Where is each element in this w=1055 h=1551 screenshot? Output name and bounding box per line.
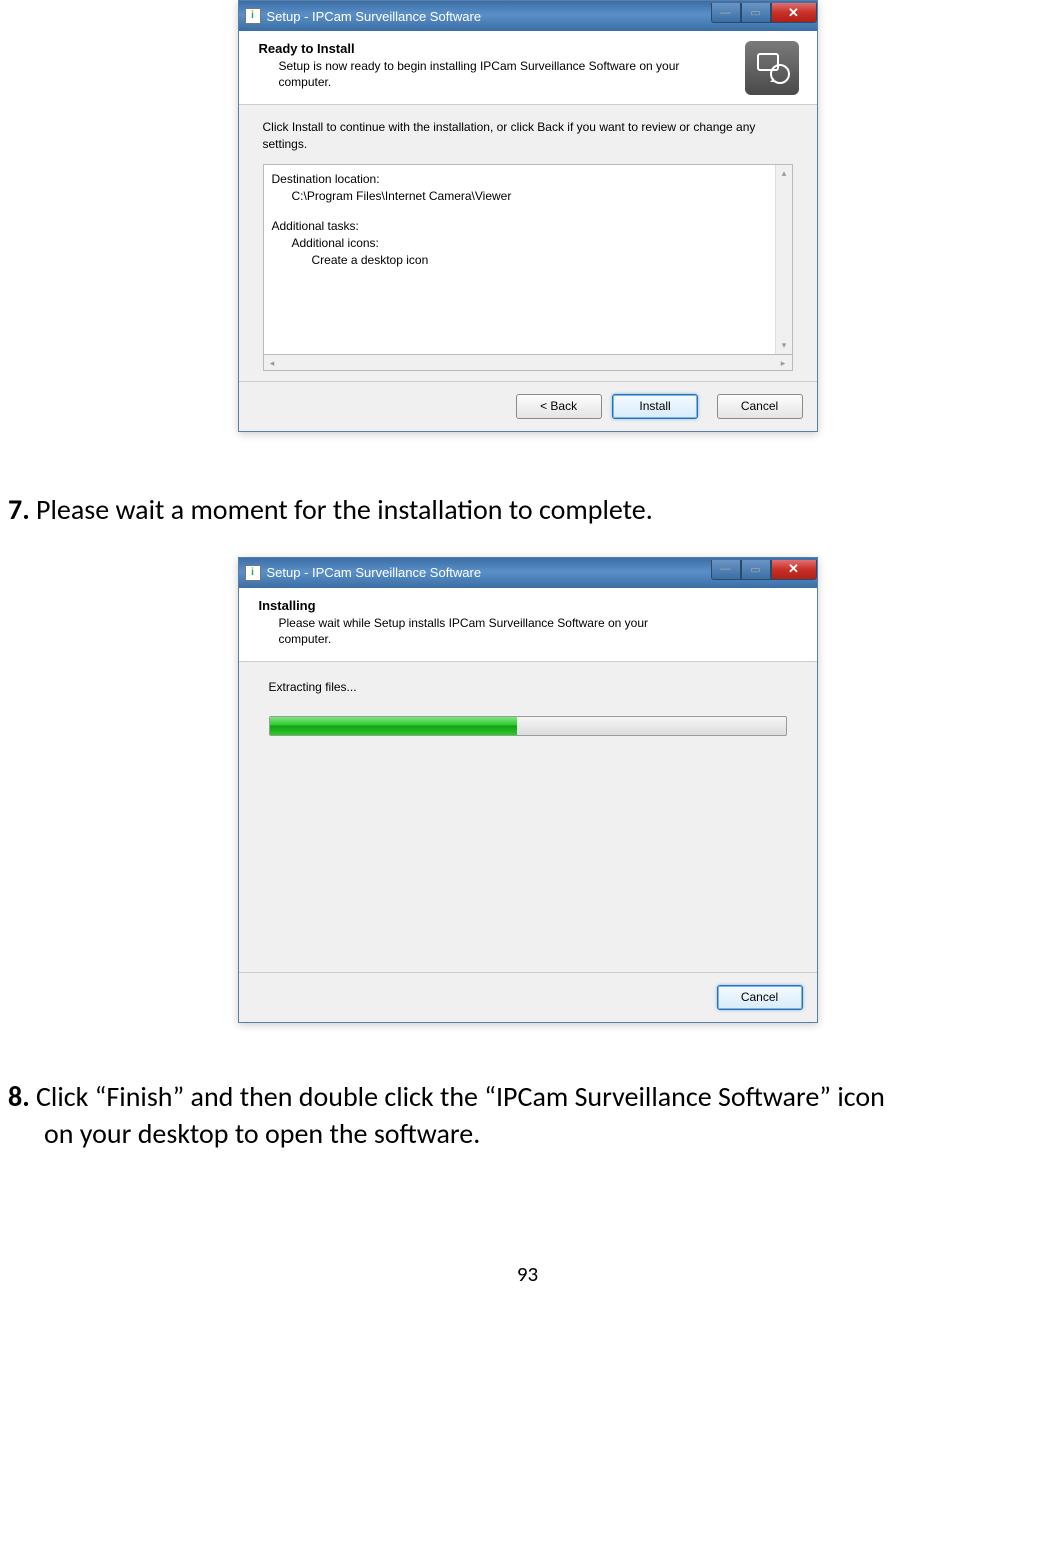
scroll-right-icon[interactable]: ▸ bbox=[777, 357, 790, 370]
icons-label: Additional icons: bbox=[272, 235, 784, 252]
header-title: Installing bbox=[259, 598, 797, 613]
progress-fill bbox=[270, 717, 518, 735]
maximize-button[interactable]: ▭ bbox=[741, 3, 771, 23]
instruction-text: Click Install to continue with the insta… bbox=[263, 119, 793, 151]
horizontal-scrollbar[interactable]: ◂ ▸ bbox=[263, 354, 793, 371]
progress-body: Extracting files... bbox=[239, 662, 817, 972]
window-title: Setup - IPCam Surveillance Software bbox=[267, 565, 711, 580]
tasks-label: Additional tasks: bbox=[272, 218, 784, 235]
close-button[interactable]: ✕ bbox=[771, 560, 817, 580]
step-text-cont: on your desktop to open the software. bbox=[44, 1116, 1047, 1151]
installer-window-ready: i Setup - IPCam Surveillance Software — … bbox=[238, 0, 818, 432]
back-button[interactable]: < Back bbox=[516, 394, 602, 419]
titlebar[interactable]: i Setup - IPCam Surveillance Software — … bbox=[239, 1, 817, 31]
installer-icon: i bbox=[245, 8, 261, 24]
scroll-left-icon[interactable]: ◂ bbox=[266, 357, 279, 370]
minimize-button[interactable]: — bbox=[711, 560, 741, 580]
cancel-button[interactable]: Cancel bbox=[717, 394, 803, 419]
progress-bar bbox=[269, 716, 787, 736]
titlebar[interactable]: i Setup - IPCam Surveillance Software — … bbox=[239, 558, 817, 588]
window-title: Setup - IPCam Surveillance Software bbox=[267, 9, 711, 24]
install-button[interactable]: Install bbox=[612, 394, 698, 419]
progress-label: Extracting files... bbox=[269, 680, 787, 694]
maximize-button[interactable]: ▭ bbox=[741, 560, 771, 580]
installer-icon: i bbox=[245, 565, 261, 581]
setup-graphic-icon bbox=[745, 41, 799, 95]
header-panel: Ready to Install Setup is now ready to b… bbox=[239, 31, 817, 105]
header-title: Ready to Install bbox=[259, 41, 797, 56]
header-panel: Installing Please wait while Setup insta… bbox=[239, 588, 817, 662]
dest-path: C:\Program Files\Internet Camera\Viewer bbox=[272, 188, 784, 205]
step-text: Please wait a moment for the installatio… bbox=[30, 492, 653, 527]
minimize-button[interactable]: — bbox=[711, 3, 741, 23]
step-number: 7. bbox=[8, 492, 30, 527]
footer-panel: Cancel bbox=[239, 972, 817, 1022]
vertical-scrollbar[interactable]: ▴ ▾ bbox=[775, 165, 792, 354]
step-number: 8. bbox=[8, 1079, 30, 1114]
footer-panel: < Back Install Cancel bbox=[239, 381, 817, 431]
scroll-up-icon[interactable]: ▴ bbox=[778, 167, 791, 180]
step-8: 8. Click “Finish” and then double click … bbox=[8, 1079, 1047, 1151]
scroll-down-icon[interactable]: ▾ bbox=[778, 339, 791, 352]
close-button[interactable]: ✕ bbox=[771, 3, 817, 23]
dest-label: Destination location: bbox=[272, 171, 784, 188]
desktop-icon-task: Create a desktop icon bbox=[272, 252, 784, 269]
page-number: 93 bbox=[8, 1261, 1047, 1287]
summary-textbox[interactable]: Destination location: C:\Program Files\I… bbox=[263, 164, 793, 354]
step-text: Click “Finish” and then double click the… bbox=[30, 1079, 885, 1114]
header-subtitle: Setup is now ready to begin installing I… bbox=[279, 58, 699, 90]
step-7: 7. Please wait a moment for the installa… bbox=[8, 492, 1047, 527]
body-panel: Click Install to continue with the insta… bbox=[239, 105, 817, 380]
cancel-button[interactable]: Cancel bbox=[717, 985, 803, 1010]
installer-window-progress: i Setup - IPCam Surveillance Software — … bbox=[238, 557, 818, 1023]
header-subtitle: Please wait while Setup installs IPCam S… bbox=[279, 615, 699, 647]
